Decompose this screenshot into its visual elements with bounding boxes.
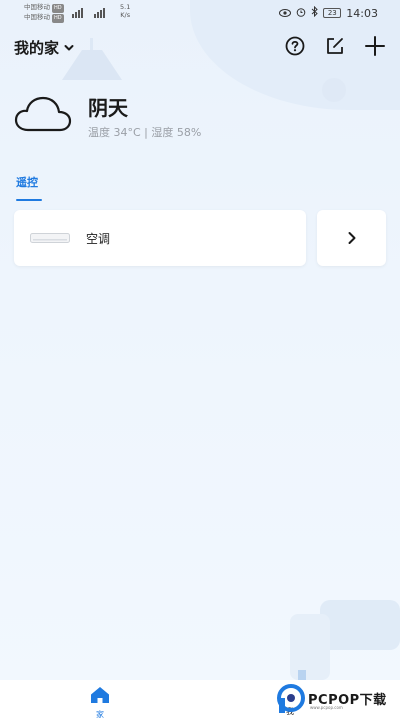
header-actions [284, 35, 386, 57]
eye-icon [279, 7, 292, 20]
signal-icon [72, 6, 116, 20]
air-conditioner-icon [30, 233, 70, 243]
weather-detail: 温度 34°C | 湿度 58% [88, 126, 202, 139]
home-selector[interactable]: 我的家 [14, 37, 75, 58]
alarm-icon [296, 7, 306, 20]
status-bar: 中国移动 HD 中国移动 HD 5.1 K/s 23 14:03 [0, 0, 400, 26]
carrier-info: 中国移动 HD 中国移动 HD [24, 3, 64, 23]
device-card-air-conditioner[interactable]: 空调 [14, 210, 306, 266]
bluetooth-icon [311, 5, 319, 20]
weather-condition: 阴天 [88, 96, 128, 120]
watermark-sub: www.pcpop.com [310, 705, 343, 710]
chevron-down-icon [64, 44, 74, 50]
tab-remote[interactable]: 遥控 [16, 174, 38, 190]
home-name: 我的家 [14, 39, 60, 57]
background-dot [322, 78, 346, 102]
add-icon[interactable] [364, 35, 386, 57]
more-devices-button[interactable] [317, 210, 386, 266]
edit-icon[interactable] [324, 35, 346, 57]
net-speed: 5.1 K/s [120, 3, 131, 19]
help-icon[interactable] [284, 35, 306, 57]
clock-time: 14:03 [346, 6, 378, 20]
chevron-right-icon [348, 232, 355, 244]
battery-icon: 23 [323, 8, 342, 18]
home-icon [91, 687, 109, 703]
tab-indicator [16, 199, 42, 201]
status-right: 23 14:03 [279, 5, 378, 20]
watermark-logo: PCPOP下载 www.pcpop.com [276, 683, 387, 713]
nav-home-label: 家 [96, 710, 104, 719]
pcpop-logo-icon [277, 684, 305, 713]
sofa-decoration [290, 600, 400, 680]
nav-item-home[interactable]: 家 [86, 686, 114, 720]
cloud-icon [14, 96, 72, 132]
device-name: 空调 [86, 231, 111, 246]
